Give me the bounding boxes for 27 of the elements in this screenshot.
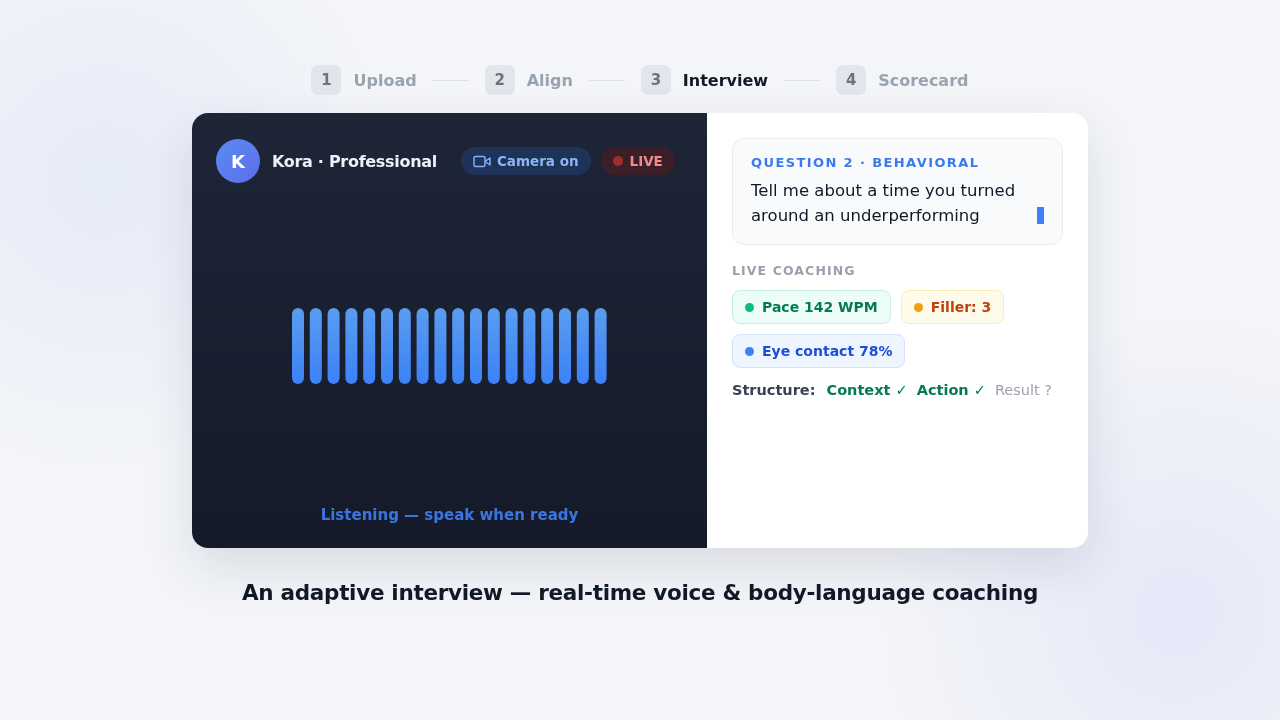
chip-label: Eye contact 78% <box>762 343 893 359</box>
coaching-heading: LIVE COACHING <box>732 263 857 278</box>
step-tab[interactable]: Align <box>526 70 573 90</box>
step-tab[interactable]: Upload <box>353 70 417 90</box>
step-number: 2 <box>484 65 515 95</box>
avatar: K <box>216 139 260 183</box>
live-label: LIVE <box>629 153 663 169</box>
camera-status: Camera on <box>496 153 579 169</box>
step-tab[interactable]: Scorecard <box>878 70 969 90</box>
text-cursor <box>1037 207 1044 224</box>
interviewer-name: Kora · Professional <box>272 151 437 171</box>
chip-label: Pace 142 WPM <box>762 299 878 315</box>
structure-label: Structure: <box>732 382 816 398</box>
chip-label: Filler: 3 <box>930 299 992 315</box>
step-number: 4 <box>836 65 867 95</box>
live-dot-icon <box>612 156 623 166</box>
structure-step: Context ✓ <box>826 382 908 398</box>
structure-step: Action ✓ <box>916 382 986 398</box>
structure-step: Result ? <box>994 382 1052 398</box>
question-text: Tell me about a time you turned around an underperforming <box>751 180 1017 227</box>
caption: An adaptive interview — real-time voice & body-language coaching <box>242 580 1038 605</box>
step-number: 1 <box>311 65 342 95</box>
listening-status: Listening — speak when ready <box>320 506 579 524</box>
step-tab[interactable]: Interview <box>682 70 769 90</box>
step-number: 3 <box>640 65 671 95</box>
video-camera-icon <box>472 154 491 168</box>
question-heading: QUESTION 2 · BEHAVIORAL <box>751 155 981 170</box>
